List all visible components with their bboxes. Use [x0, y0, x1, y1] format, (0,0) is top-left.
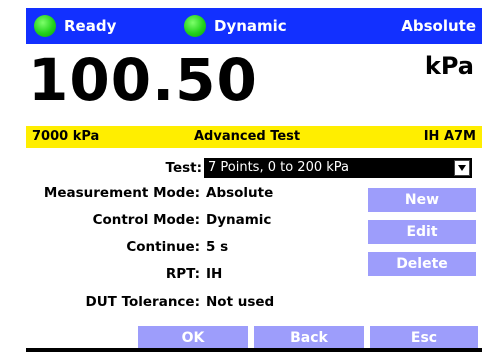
status-bar: Ready Dynamic Absolute — [26, 8, 482, 44]
mode-label: Dynamic — [214, 17, 287, 35]
dropdown-arrow-icon[interactable] — [454, 160, 470, 176]
info-bar: 7000 kPa Advanced Test IH A7M — [26, 126, 482, 148]
continue-label: Continue: — [126, 239, 200, 255]
control-mode-label: Control Mode: — [92, 212, 200, 228]
measurement-mode-label: Measurement Mode: — [43, 185, 200, 201]
dut-tolerance-value: Not used — [206, 294, 275, 310]
back-button[interactable]: Back — [254, 326, 364, 350]
module-label: IH A7M — [423, 129, 476, 144]
reading-unit: kPa — [424, 52, 474, 80]
test-select-value: 7 Points, 0 to 200 kPa — [208, 160, 350, 175]
ready-label: Ready — [64, 17, 117, 35]
reading-value: 100.50 — [28, 46, 258, 114]
edit-button[interactable]: Edit — [368, 220, 476, 244]
control-mode-value: Dynamic — [206, 212, 272, 228]
screen-title: Advanced Test — [194, 129, 301, 144]
device-screen: Ready Dynamic Absolute 100.50 kPa 7000 k… — [26, 8, 482, 352]
dut-tolerance-row: DUT Tolerance: Not used — [26, 294, 482, 316]
new-button[interactable]: New — [368, 188, 476, 212]
bottom-divider — [26, 348, 482, 352]
ready-status: Ready — [34, 8, 116, 44]
delete-button[interactable]: Delete — [368, 252, 476, 276]
dut-tolerance-label: DUT Tolerance: — [85, 294, 201, 310]
measurement-mode-value: Absolute — [206, 185, 274, 201]
test-label: Test: — [165, 160, 202, 176]
rpt-label: RPT: — [165, 266, 200, 282]
continue-value: 5 s — [206, 239, 229, 255]
pressure-reading: 100.50 kPa — [26, 44, 482, 126]
test-row: Test: 7 Points, 0 to 200 kPa — [26, 158, 482, 182]
rpt-value: IH — [206, 266, 223, 282]
esc-button[interactable]: Esc — [370, 326, 478, 350]
ready-led-icon — [34, 15, 56, 37]
test-panel: Test: 7 Points, 0 to 200 kPa Measurement… — [26, 148, 482, 352]
reference-label: Absolute — [401, 17, 476, 35]
dynamic-led-icon — [184, 15, 206, 37]
ok-button[interactable]: OK — [138, 326, 248, 350]
test-select[interactable]: 7 Points, 0 to 200 kPa — [204, 158, 472, 178]
control-mode-status: Dynamic — [184, 8, 287, 44]
range-label: 7000 kPa — [32, 129, 100, 144]
reference-status: Absolute — [401, 8, 476, 44]
